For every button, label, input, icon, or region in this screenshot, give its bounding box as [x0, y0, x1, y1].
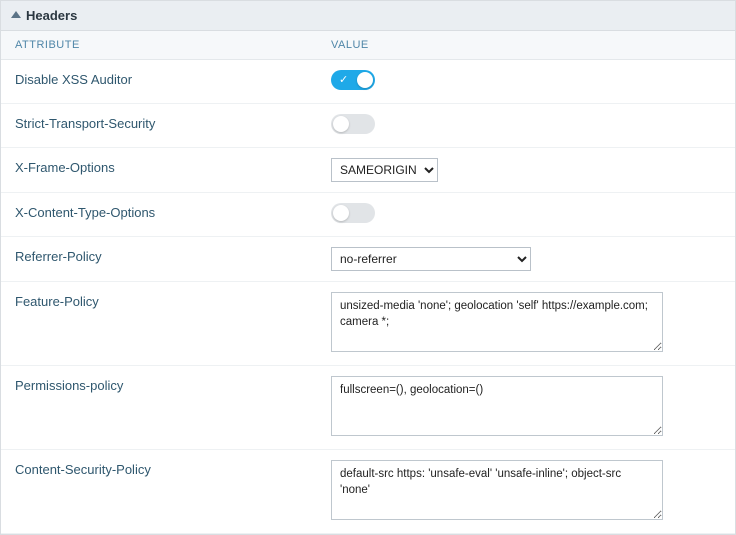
- attr-label: Disable XSS Auditor: [1, 70, 321, 93]
- column-header-attribute: ATTRIBUTE: [1, 39, 321, 51]
- row-permissions-policy: Permissions-policy: [1, 366, 735, 450]
- collapse-caret-icon: [11, 11, 21, 18]
- toggle-x-content-type-options[interactable]: [331, 203, 375, 223]
- column-headers: ATTRIBUTE VALUE: [1, 31, 735, 60]
- row-feature-policy: Feature-Policy: [1, 282, 735, 366]
- attr-label: Content-Security-Policy: [1, 460, 321, 523]
- check-icon: ✓: [339, 73, 348, 87]
- textarea-content-security-policy[interactable]: [331, 460, 663, 520]
- panel-title: Headers: [26, 8, 77, 23]
- row-x-frame-options: X-Frame-Options SAMEORIGIN: [1, 148, 735, 193]
- attr-label: X-Content-Type-Options: [1, 203, 321, 226]
- column-header-value: VALUE: [321, 39, 735, 51]
- row-x-content-type-options: X-Content-Type-Options: [1, 193, 735, 237]
- attr-label: Permissions-policy: [1, 376, 321, 439]
- attr-label: Strict-Transport-Security: [1, 114, 321, 137]
- select-x-frame-options[interactable]: SAMEORIGIN: [331, 158, 438, 182]
- attr-label: X-Frame-Options: [1, 158, 321, 182]
- toggle-knob: [333, 205, 349, 221]
- attr-label: Feature-Policy: [1, 292, 321, 355]
- textarea-permissions-policy[interactable]: [331, 376, 663, 436]
- headers-panel: Headers ATTRIBUTE VALUE Disable XSS Audi…: [0, 0, 736, 535]
- toggle-knob: [333, 116, 349, 132]
- toggle-knob: [357, 72, 373, 88]
- row-referrer-policy: Referrer-Policy no-referrer: [1, 237, 735, 282]
- attr-label: Referrer-Policy: [1, 247, 321, 271]
- row-content-security-policy: Content-Security-Policy: [1, 450, 735, 534]
- toggle-strict-transport-security[interactable]: [331, 114, 375, 134]
- row-strict-transport-security: Strict-Transport-Security: [1, 104, 735, 148]
- textarea-feature-policy[interactable]: [331, 292, 663, 352]
- row-disable-xss-auditor: Disable XSS Auditor ✓: [1, 60, 735, 104]
- toggle-disable-xss-auditor[interactable]: ✓: [331, 70, 375, 90]
- select-referrer-policy[interactable]: no-referrer: [331, 247, 531, 271]
- panel-header[interactable]: Headers: [1, 1, 735, 31]
